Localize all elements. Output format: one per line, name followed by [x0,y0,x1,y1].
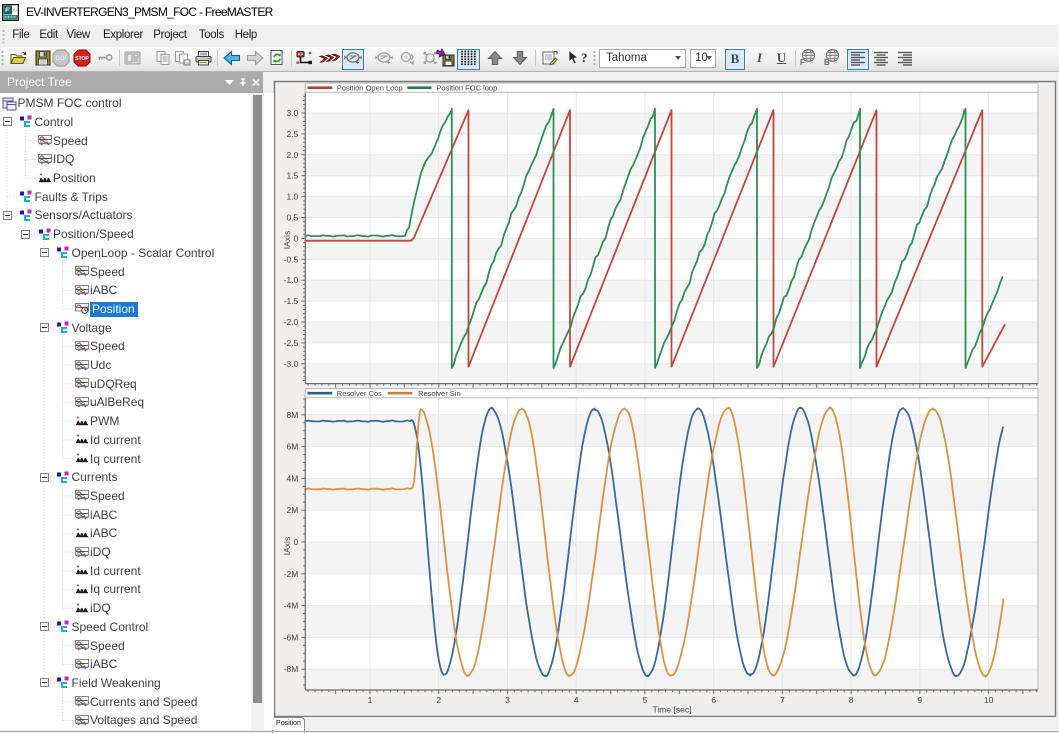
svg-text:1.5: 1.5 [286,171,298,181]
svg-text:10: 10 [984,695,994,705]
svg-text:Position Open Loop: Position Open Loop [337,83,403,92]
svg-text:Resolver Cos: Resolver Cos [337,389,382,398]
svg-text:IAxis: IAxis [282,537,292,555]
svg-text:8M: 8M [286,410,298,420]
svg-text:5: 5 [643,695,648,705]
svg-text:3: 3 [505,695,510,705]
svg-text:2M: 2M [286,505,298,515]
svg-text:2.0: 2.0 [286,150,298,160]
svg-text:-4M: -4M [284,601,299,611]
svg-text:Resolver Sin: Resolver Sin [418,389,461,398]
svg-text:-0.5: -0.5 [284,254,299,264]
svg-text:-2M: -2M [284,569,299,579]
svg-text:9: 9 [917,695,922,705]
svg-text:-2.5: -2.5 [284,338,299,348]
svg-text:0.5: 0.5 [286,213,298,223]
svg-text:-6M: -6M [284,632,299,642]
svg-text:3.0: 3.0 [286,108,298,118]
svg-text:-1.5: -1.5 [284,296,299,306]
svg-text:0: 0 [294,537,299,547]
svg-text:IAxis: IAxis [282,231,292,249]
svg-text:1.0: 1.0 [286,192,298,202]
svg-text:2: 2 [436,695,441,705]
svg-text:-3.0: -3.0 [284,359,299,369]
svg-text:2.5: 2.5 [286,129,298,139]
svg-text:4M: 4M [286,473,298,483]
svg-text:6M: 6M [286,442,298,452]
svg-text:-2.0: -2.0 [284,317,299,327]
svg-text:-1.0: -1.0 [284,275,299,285]
svg-text:Position FOC loop: Position FOC loop [436,83,497,92]
svg-text:Time [sec]: Time [sec] [653,705,692,715]
svg-text:0: 0 [294,233,299,243]
svg-text:6: 6 [711,695,716,705]
svg-text:7: 7 [780,695,785,705]
svg-text:4: 4 [574,695,579,705]
svg-text:8: 8 [849,695,854,705]
svg-text:1: 1 [368,695,373,705]
svg-text:-8M: -8M [284,664,299,674]
